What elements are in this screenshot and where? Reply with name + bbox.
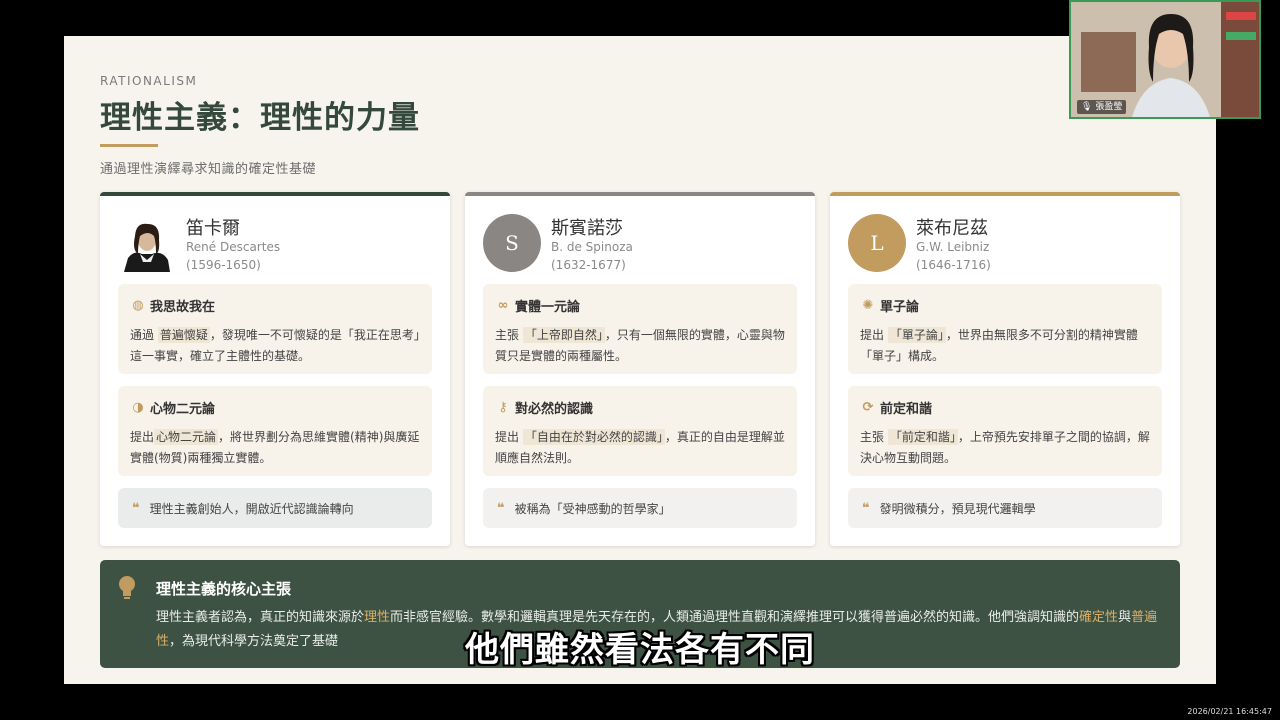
slide: RATIONALISM 理性主義：理性的力量 通過理性演繹尋求知識的確定性基礎 … — [64, 36, 1216, 684]
highlight: 「上帝即自然」 — [522, 327, 605, 343]
quote-text: 被稱為「受神感動的哲學家」 — [514, 501, 671, 516]
highlight: 「前定和諧」 — [887, 429, 958, 445]
highlight: 「單子論」 — [887, 327, 946, 343]
brain-icon: ◍ — [132, 298, 144, 313]
idea-heading: 心物二元論 — [150, 402, 216, 417]
descartes-portrait-icon — [118, 214, 176, 272]
idea-heading: 實體一元論 — [515, 300, 581, 315]
idea-heading: 對必然的認識 — [515, 402, 594, 417]
idea-heading: 我思故我在 — [150, 300, 216, 315]
mic-icon: 🎙 — [1081, 102, 1093, 112]
slide-eyebrow: RATIONALISM — [100, 74, 198, 88]
quote-icon: ❝ — [132, 500, 140, 516]
philosopher-name: 笛卡爾 — [186, 218, 240, 239]
quote-box: ❝ 發明微積分，預見現代邏輯學 — [848, 488, 1162, 528]
quote-text: 理性主義創始人，開啟近代認識論轉向 — [149, 501, 354, 516]
key-icon: ⚷ — [498, 400, 508, 415]
philosopher-dates: (1646-1716) — [916, 258, 991, 272]
idea-box: ⟳ 前定和諧 主張 「前定和諧」 ，上帝預先安排單子之間的協調，解決心物互動問題。 — [848, 386, 1162, 476]
timestamp: 2026/02/21 16:45:47 — [1187, 707, 1272, 716]
screen: RATIONALISM 理性主義：理性的力量 通過理性演繹尋求知識的確定性基礎 … — [0, 0, 1280, 720]
lightbulb-icon — [119, 576, 135, 599]
card-spinoza: S 斯賓諾莎 B. de Spinoza (1632-1677) ∞ 實體一元論… — [465, 192, 815, 546]
leibniz-avatar: L — [848, 214, 906, 272]
title-underline — [100, 144, 158, 147]
spinoza-avatar: S — [483, 214, 541, 272]
idea-box: ⚷ 對必然的認識 提出 「自由在於對必然的認識」 ，真正的自由是理解並順應自然法則… — [483, 386, 797, 476]
idea-text: 提出 「單子論」 ，世界由無限多不可分割的精神實體「單子」構成。 — [860, 327, 1138, 363]
webcam-name-label: 🎙 張盈瑩 — [1077, 100, 1127, 114]
slide-title: 理性主義：理性的力量 — [100, 100, 420, 136]
webcam-tile[interactable]: 🎙 張盈瑩 — [1069, 0, 1261, 119]
sync-icon: ⟳ — [862, 400, 874, 415]
philosopher-name: 萊布尼茲 — [916, 218, 988, 239]
philosopher-dates: (1596-1650) — [186, 258, 261, 272]
idea-text: 通過 普遍懷疑 ，發現唯一不可懷疑的是「我正在思考」這一事實，確立了主體性的基礎。 — [130, 327, 420, 363]
infinity-icon: ∞ — [497, 298, 509, 313]
philosopher-en-name: René Descartes — [186, 240, 281, 254]
idea-box: ∞ 實體一元論 主張 「上帝即自然」 ，只有一個無限的實體，心靈與物質只是實體的兩… — [483, 284, 797, 374]
quote-text: 發明微積分，預見現代邏輯學 — [879, 501, 1036, 516]
card-descartes: 笛卡爾 René Descartes (1596-1650) ◍ 我思故我在 通… — [100, 192, 450, 546]
card-leibniz: L 萊布尼茲 G.W. Leibniz (1646-1716) ✺ 單子論 提出… — [830, 192, 1180, 546]
idea-text: 主張 「前定和諧」 ，上帝預先安排單子之間的協調，解決心物互動問題。 — [860, 429, 1150, 465]
idea-box: ✺ 單子論 提出 「單子論」 ，世界由無限多不可分割的精神實體「單子」構成。 — [848, 284, 1162, 374]
highlight: 「自由在於對必然的認識」 — [522, 429, 665, 445]
idea-text: 提出 心物二元論 ，將世界劃分為思維實體(精神)與廣延實體(物質)兩種獨立實體。 — [130, 429, 420, 465]
idea-box: ◍ 我思故我在 通過 普遍懷疑 ，發現唯一不可懷疑的是「我正在思考」這一事實，確立… — [118, 284, 432, 374]
idea-heading: 單子論 — [880, 300, 920, 315]
quote-box: ❝ 理性主義創始人，開啟近代認識論轉向 — [118, 488, 432, 528]
philosopher-en-name: G.W. Leibniz — [916, 240, 990, 254]
philosopher-dates: (1632-1677) — [551, 258, 626, 272]
yin-yang-icon: ◑ — [132, 400, 144, 415]
quote-icon: ❝ — [862, 500, 870, 516]
idea-text: 主張 「上帝即自然」 ，只有一個無限的實體，心靈與物質只是實體的兩種屬性。 — [495, 327, 785, 363]
highlight: 普遍懷疑 — [157, 327, 210, 343]
idea-heading: 前定和諧 — [880, 402, 933, 417]
idea-box: ◑ 心物二元論 提出 心物二元論 ，將世界劃分為思維實體(精神)與廣延實體(物質)兩… — [118, 386, 432, 476]
philosopher-name: 斯賓諾莎 — [551, 218, 623, 239]
idea-text: 提出 「自由在於對必然的認識」 ，真正的自由是理解並順應自然法則。 — [495, 429, 785, 465]
slide-subtitle: 通過理性演繹尋求知識的確定性基礎 — [100, 162, 317, 177]
quote-box: ❝ 被稱為「受神感動的哲學家」 — [483, 488, 797, 528]
subtitle-caption: 他們雖然看法各有不同 — [465, 630, 815, 670]
philosopher-en-name: B. de Spinoza — [551, 240, 633, 254]
highlight: 心物二元論 — [154, 429, 219, 445]
quote-icon: ❝ — [497, 500, 505, 516]
atom-icon: ✺ — [862, 298, 874, 313]
core-title: 理性主義的核心主張 — [156, 580, 292, 598]
